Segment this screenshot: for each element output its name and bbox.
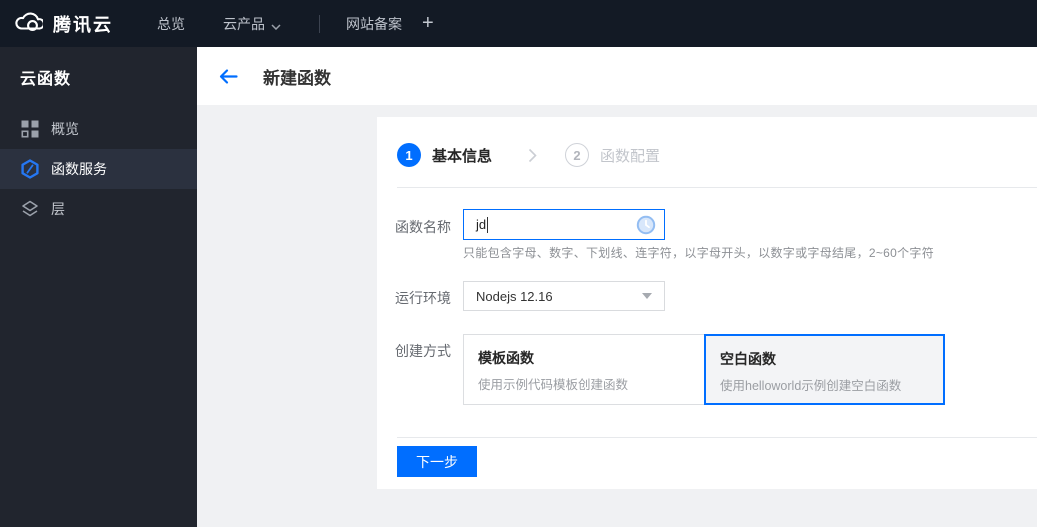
- text-cursor: [487, 216, 489, 233]
- wizard-steps: 1 基本信息 2 函数配置: [397, 143, 660, 167]
- next-step-button[interactable]: 下一步: [397, 446, 477, 477]
- method-card-desc: 使用示例代码模板创建函数: [478, 378, 629, 392]
- topnav-item-cloud-products[interactable]: 云产品: [223, 14, 281, 34]
- name-checking-clock-icon: [636, 215, 656, 235]
- sidebar-item-function-service[interactable]: 函数服务: [0, 149, 197, 189]
- runtime-selected-value: Nodejs 12.16: [476, 288, 553, 304]
- sidebar-item-label: 层: [51, 201, 65, 217]
- create-function-card: 1 基本信息 2 函数配置 函数名称 jd 只能包含字母、数字、下划线、连字符，…: [377, 117, 1037, 489]
- method-card-blank-function[interactable]: 空白函数 使用helloworld示例创建空白函数: [704, 334, 945, 405]
- steps-divider: [397, 187, 1037, 188]
- layers-icon: [19, 198, 41, 220]
- topbar: 腾讯云 总览 云产品 网站备案 +: [0, 0, 1037, 47]
- method-card-title: 空白函数: [720, 351, 776, 367]
- runtime-select[interactable]: Nodejs 12.16: [463, 281, 665, 311]
- step-1-circle: 1: [397, 143, 421, 167]
- topnav: 总览 云产品 网站备案 +: [157, 12, 434, 35]
- page-header: 新建函数: [197, 47, 1037, 105]
- function-name-hint: 只能包含字母、数字、下划线、连字符，以字母开头，以数字或字母结尾，2~60个字符: [463, 246, 935, 260]
- sidebar-item-label: 函数服务: [51, 161, 107, 177]
- overview-grid-icon: [19, 118, 41, 140]
- function-service-hexagon-icon: [19, 158, 41, 180]
- sidebar-item-overview[interactable]: 概览: [0, 109, 197, 149]
- topnav-item-icp-filing[interactable]: 网站备案: [346, 14, 402, 34]
- sidebar-menu: 概览 函数服务 层: [0, 109, 197, 229]
- footer-divider: [397, 437, 1037, 438]
- app-root: 腾讯云 总览 云产品 网站备案 + 云函数 概览 函数服务 层 新建函数 1 基…: [0, 0, 1037, 527]
- sidebar-item-layers[interactable]: 层: [0, 189, 197, 229]
- method-card-title: 模板函数: [478, 350, 534, 366]
- add-tab-button[interactable]: +: [422, 12, 434, 35]
- tencent-cloud-logo-icon: [13, 10, 45, 38]
- step-chevron-icon: [528, 148, 537, 163]
- method-card-desc: 使用helloworld示例创建空白函数: [720, 379, 902, 393]
- page-title: 新建函数: [263, 68, 331, 88]
- brand[interactable]: 腾讯云: [13, 10, 113, 38]
- sidebar-title: 云函数: [20, 71, 72, 88]
- creation-method-label: 创建方式: [395, 343, 451, 359]
- sidebar-item-label: 概览: [51, 121, 79, 137]
- back-arrow-icon[interactable]: [218, 68, 238, 85]
- step-2-label: 函数配置: [600, 147, 661, 165]
- content-area: 1 基本信息 2 函数配置 函数名称 jd 只能包含字母、数字、下划线、连字符，…: [197, 105, 1037, 527]
- method-card-template-function[interactable]: 模板函数 使用示例代码模板创建函数: [463, 334, 704, 405]
- chevron-down-icon: [271, 17, 281, 33]
- topnav-item-overview[interactable]: 总览: [157, 14, 185, 34]
- creation-method-options: 模板函数 使用示例代码模板创建函数 空白函数 使用helloworld示例创建空…: [463, 334, 945, 405]
- topnav-separator: [319, 14, 320, 33]
- runtime-label: 运行环境: [395, 290, 451, 306]
- step-2-circle: 2: [565, 143, 590, 167]
- function-name-label: 函数名称: [395, 219, 451, 235]
- function-name-input[interactable]: jd: [463, 209, 665, 240]
- step-1-label: 基本信息: [432, 147, 493, 165]
- select-caret-icon: [642, 293, 652, 299]
- sidebar: 云函数 概览 函数服务 层: [0, 47, 197, 527]
- brand-name: 腾讯云: [53, 14, 113, 35]
- function-name-value: jd: [476, 217, 487, 232]
